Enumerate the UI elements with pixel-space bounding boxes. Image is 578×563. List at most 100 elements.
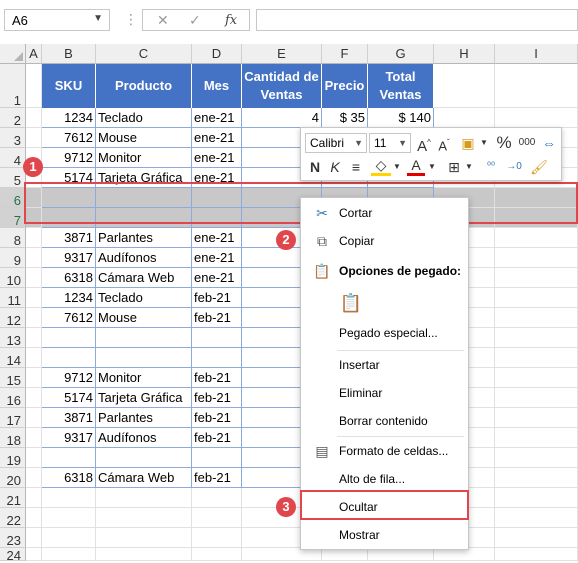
table-header-cell[interactable]: Cantidad de Ventas <box>242 64 322 108</box>
cell[interactable] <box>26 388 42 408</box>
cell[interactable] <box>26 228 42 248</box>
percent-icon[interactable]: % <box>493 133 515 153</box>
chevron-down-icon[interactable]: ▼ <box>93 13 103 24</box>
table-cell[interactable]: 1234 <box>42 288 96 308</box>
cell[interactable] <box>26 108 42 128</box>
cell[interactable] <box>495 508 578 528</box>
cell[interactable] <box>42 528 96 548</box>
table-header-cell[interactable]: Total Ventas <box>368 64 434 108</box>
table-cell[interactable]: feb-21 <box>192 308 242 328</box>
row-header-22[interactable]: 22 <box>0 508 26 528</box>
check-icon[interactable]: ✓ <box>189 12 201 29</box>
menu-item-format-cells[interactable]: ▤ Formato de celdas... <box>301 438 468 464</box>
row-header-11[interactable]: 11 <box>0 288 26 308</box>
increase-font-icon[interactable]: A^ <box>415 133 433 155</box>
table-cell[interactable]: 6318 <box>42 468 96 488</box>
increase-decimal-icon[interactable]: ⁰⁰ <box>481 157 501 177</box>
cell[interactable] <box>192 528 242 548</box>
row-header-9[interactable]: 9 <box>0 248 26 268</box>
font-color-icon[interactable]: A <box>407 157 425 176</box>
table-header-cell[interactable]: Producto <box>96 64 192 108</box>
table-cell[interactable]: ene-21 <box>192 108 242 128</box>
menu-item-row-height[interactable]: Alto de fila... <box>301 466 468 492</box>
table-cell[interactable]: Parlantes <box>96 228 192 248</box>
borders-icon[interactable]: ⊞ <box>445 157 463 177</box>
cell[interactable] <box>495 108 578 128</box>
table-cell[interactable]: Tarjeta Gráfica <box>96 388 192 408</box>
chevron-down-icon[interactable]: ▼ <box>464 157 474 177</box>
table-cell[interactable]: ene-21 <box>192 268 242 288</box>
cell[interactable] <box>495 488 578 508</box>
cell[interactable] <box>495 468 578 488</box>
table-cell[interactable]: Audífonos <box>96 248 192 268</box>
row-header-19[interactable]: 19 <box>0 448 26 468</box>
cell[interactable] <box>26 348 42 368</box>
table-cell[interactable]: 7612 <box>42 308 96 328</box>
table-cell[interactable]: Monitor <box>96 148 192 168</box>
cell[interactable] <box>26 128 42 148</box>
table-cell[interactable]: ene-21 <box>192 248 242 268</box>
bold-button[interactable]: N <box>307 157 323 177</box>
chevron-down-icon[interactable]: ▼ <box>392 157 402 177</box>
row-header-17[interactable]: 17 <box>0 408 26 428</box>
table-cell[interactable]: 5174 <box>42 388 96 408</box>
menu-item-copy[interactable]: ⧉ Copiar <box>301 228 468 254</box>
cell[interactable] <box>495 548 578 561</box>
row-header-16[interactable]: 16 <box>0 388 26 408</box>
cell[interactable] <box>26 268 42 288</box>
table-cell[interactable]: 1234 <box>42 108 96 128</box>
cell[interactable] <box>26 248 42 268</box>
font-name-dropdown[interactable]: Calibri ▼ <box>305 133 367 153</box>
cell[interactable] <box>26 448 42 468</box>
thousands-separator-icon[interactable]: 000 <box>516 133 538 153</box>
cell[interactable] <box>42 488 96 508</box>
row-header-3[interactable]: 3 <box>0 128 26 148</box>
table-cell[interactable]: Audífonos <box>96 428 192 448</box>
table-cell[interactable]: Monitor <box>96 368 192 388</box>
cell[interactable] <box>192 548 242 561</box>
formula-input[interactable] <box>256 9 578 31</box>
row-header-14[interactable]: 14 <box>0 348 26 368</box>
cell[interactable] <box>192 508 242 528</box>
row-header-20[interactable]: 20 <box>0 468 26 488</box>
table-cell[interactable]: 3871 <box>42 228 96 248</box>
cell[interactable] <box>26 488 42 508</box>
cell[interactable] <box>26 308 42 328</box>
menu-item-clear-contents[interactable]: Borrar contenido <box>301 408 468 434</box>
column-header-d[interactable]: D <box>192 44 242 64</box>
column-header-c[interactable]: C <box>96 44 192 64</box>
chevron-down-icon[interactable]: ▼ <box>479 133 489 153</box>
row-header-7[interactable]: 7 <box>0 208 26 228</box>
table-cell[interactable] <box>96 348 192 368</box>
table-cell[interactable]: 9317 <box>42 248 96 268</box>
cell[interactable] <box>26 548 42 561</box>
table-cell[interactable]: $ 35 <box>322 108 368 128</box>
row-header-15[interactable]: 15 <box>0 368 26 388</box>
table-cell[interactable]: 7612 <box>42 128 96 148</box>
cell[interactable] <box>26 408 42 428</box>
table-cell[interactable] <box>96 448 192 468</box>
decrease-font-icon[interactable]: Aˇ <box>435 133 453 153</box>
row-header-23[interactable]: 23 <box>0 528 26 548</box>
cell[interactable] <box>495 288 578 308</box>
cell[interactable] <box>495 248 578 268</box>
column-header-e[interactable]: E <box>242 44 322 64</box>
column-header-b[interactable]: B <box>42 44 96 64</box>
table-cell[interactable]: Cámara Web <box>96 268 192 288</box>
cell[interactable] <box>495 528 578 548</box>
menu-item-cut[interactable]: ✂ Cortar <box>301 200 468 226</box>
table-cell[interactable]: ene-21 <box>192 148 242 168</box>
cell[interactable] <box>495 408 578 428</box>
row-header-2[interactable]: 2 <box>0 108 26 128</box>
font-size-dropdown[interactable]: 11 ▼ <box>369 133 411 153</box>
table-cell[interactable]: feb-21 <box>192 388 242 408</box>
row-header-5[interactable]: 5 <box>0 168 26 188</box>
name-box[interactable]: A6 ▼ <box>4 9 110 31</box>
italic-button[interactable]: K <box>327 157 343 177</box>
cell[interactable] <box>495 64 578 108</box>
decrease-decimal-icon[interactable]: →0 <box>504 157 524 177</box>
row-header-6[interactable]: 6 <box>0 188 26 208</box>
cell[interactable] <box>495 428 578 448</box>
table-cell[interactable]: feb-21 <box>192 468 242 488</box>
row-header-21[interactable]: 21 <box>0 488 26 508</box>
